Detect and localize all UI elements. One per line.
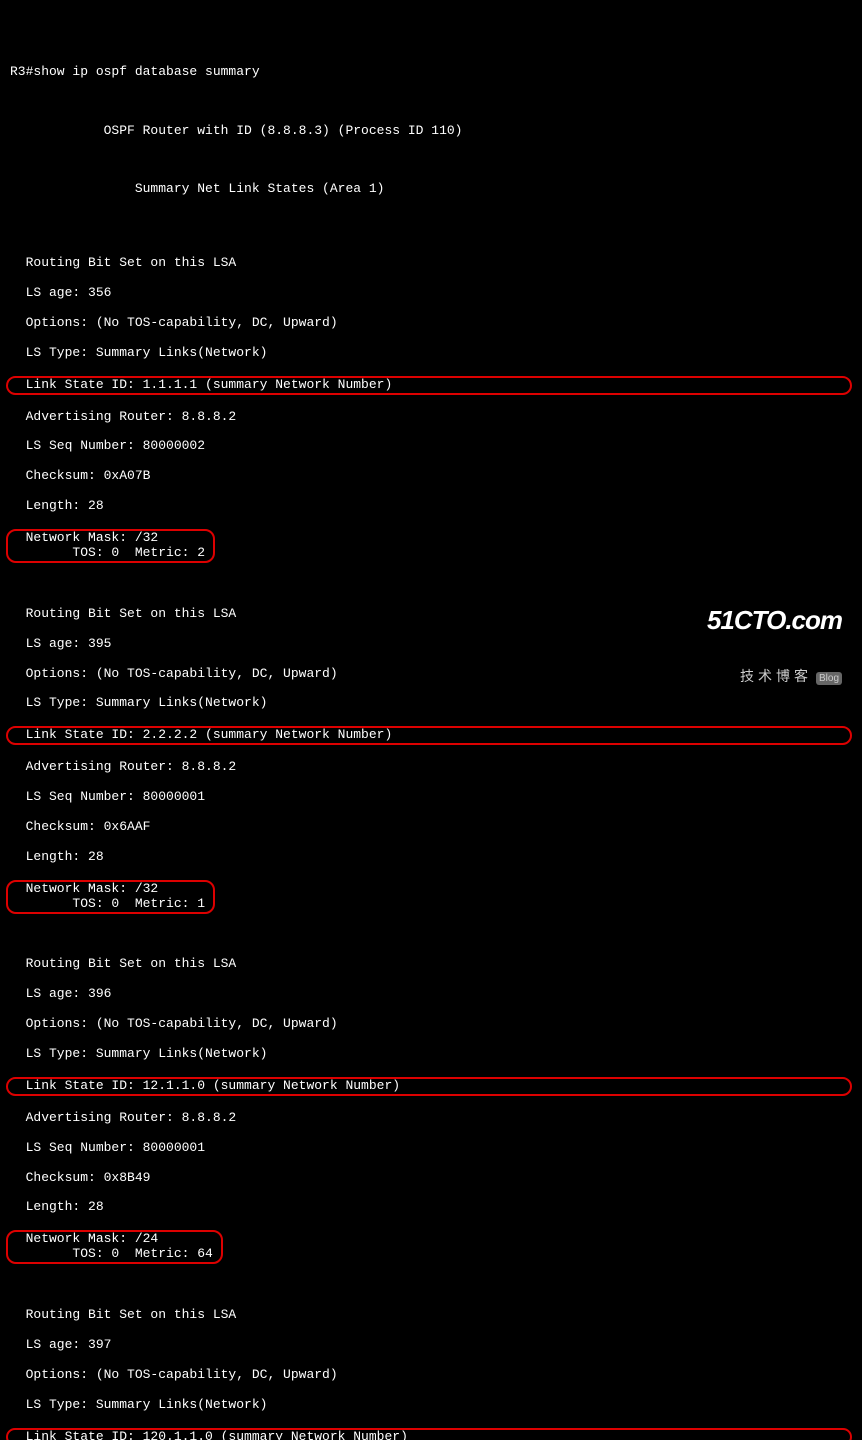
lsa-routing-bit: Routing Bit Set on this LSA: [10, 957, 852, 972]
lsa-type: LS Type: Summary Links(Network): [10, 346, 852, 361]
lsa-link-state-id: Link State ID: 120.1.1.0 (summary Networ…: [6, 1428, 852, 1440]
lsa-age: LS age: 397: [10, 1338, 852, 1353]
lsa-type: LS Type: Summary Links(Network): [10, 1398, 852, 1413]
lsa-checksum: Checksum: 0x6AAF: [10, 820, 852, 835]
lsa-age: LS age: 356: [10, 286, 852, 301]
lsa-adv-router: Advertising Router: 8.8.8.2: [10, 760, 852, 775]
lsa-options: Options: (No TOS-capability, DC, Upward): [10, 1017, 852, 1032]
watermark: 51CTO.com 技术博客Blog: [707, 576, 842, 700]
lsa-routing-bit: Routing Bit Set on this LSA: [10, 256, 852, 271]
lsa-adv-router: Advertising Router: 8.8.8.2: [10, 410, 852, 425]
lsa-seq: LS Seq Number: 80000002: [10, 439, 852, 454]
lsa-options: Options: (No TOS-capability, DC, Upward): [10, 1368, 852, 1383]
lsa-link-state-id: Link State ID: 2.2.2.2 (summary Network …: [6, 726, 852, 745]
lsa-mask-metric: Network Mask: /32 TOS: 0 Metric: 1: [6, 880, 215, 914]
cli-command: R3#show ip ospf database summary: [10, 65, 852, 80]
lsa-length: Length: 28: [10, 499, 852, 514]
lsa-seq: LS Seq Number: 80000001: [10, 1141, 852, 1156]
lsa-length: Length: 28: [10, 1200, 852, 1215]
lsa-type: LS Type: Summary Links(Network): [10, 1047, 852, 1062]
lsa-checksum: Checksum: 0xA07B: [10, 469, 852, 484]
lsa-link-state-id: Link State ID: 12.1.1.0 (summary Network…: [6, 1077, 852, 1096]
lsa-mask-metric: Network Mask: /32 TOS: 0 Metric: 2: [6, 529, 215, 563]
lsa-age: LS age: 396: [10, 987, 852, 1002]
lsa-length: Length: 28: [10, 850, 852, 865]
lsa-seq: LS Seq Number: 80000001: [10, 790, 852, 805]
lsa-mask-metric: Network Mask: /24 TOS: 0 Metric: 64: [6, 1230, 223, 1264]
lsa-options: Options: (No TOS-capability, DC, Upward): [10, 316, 852, 331]
lsa-checksum: Checksum: 0x8B49: [10, 1171, 852, 1186]
ospf-header: OSPF Router with ID (8.8.8.3) (Process I…: [10, 124, 852, 139]
lsa-link-state-id: Link State ID: 1.1.1.1 (summary Network …: [6, 376, 852, 395]
lsa-routing-bit: Routing Bit Set on this LSA: [10, 1308, 852, 1323]
lsa-adv-router: Advertising Router: 8.8.8.2: [10, 1111, 852, 1126]
ospf-subheader: Summary Net Link States (Area 1): [10, 182, 852, 197]
